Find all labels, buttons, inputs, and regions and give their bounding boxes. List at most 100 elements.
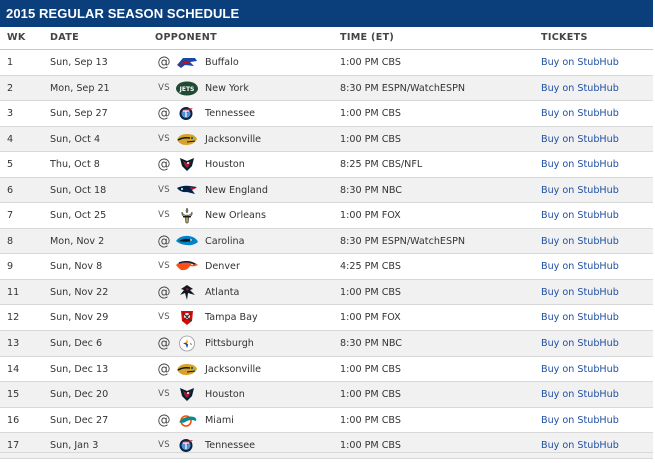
- opponent-cell: Tennessee: [205, 440, 255, 452]
- buy-on-stubhub-link[interactable]: Buy on StubHub: [541, 254, 619, 279]
- opponent-cell: Jacksonville: [205, 133, 262, 145]
- away-indicator: @: [157, 336, 171, 352]
- time-cell: 8:30 PM ESPN/WatchESPN: [340, 82, 466, 94]
- table-row: 8 Mon, Nov 2 @ Carolina 8:30 PM ESPN/WatchES…: [0, 228, 653, 255]
- opponent-cell: Denver: [205, 261, 240, 273]
- table-row: 11 Sun, Nov 22 @ Atlanta 1:00 PM CBS Buy on S…: [0, 279, 653, 306]
- home-indicator: VS: [158, 389, 170, 400]
- buy-on-stubhub-link[interactable]: Buy on StubHub: [541, 101, 619, 126]
- schedule-title: 2015 REGULAR SEASON SCHEDULE: [6, 6, 240, 21]
- date-cell: Sun, Oct 4: [50, 133, 101, 145]
- date-cell: Sun, Dec 13: [50, 363, 109, 375]
- buy-on-stubhub-link[interactable]: Buy on StubHub: [541, 178, 619, 203]
- away-indicator: @: [157, 361, 171, 377]
- home-indicator: VS: [158, 133, 170, 144]
- opponent-cell: Atlanta: [205, 286, 240, 298]
- opponent-cell: Miami: [205, 414, 234, 426]
- buy-on-stubhub-link[interactable]: Buy on StubHub: [541, 127, 619, 152]
- table-row: 13 Sun, Dec 6 @ S Pittsburgh 8:30 PM NBC Buy o…: [0, 331, 653, 357]
- jaguars-logo-icon: [175, 361, 199, 378]
- table-row: 7 Sun, Oct 25 VS New Orleans 1:00 PM FOX Buy …: [0, 203, 653, 229]
- texans-logo-icon: [175, 386, 199, 403]
- week-cell: 13: [7, 338, 20, 350]
- away-indicator: @: [157, 106, 171, 122]
- texans-logo-icon: [175, 156, 199, 173]
- titans-logo-icon: [175, 105, 199, 122]
- patriots-logo-icon: [175, 182, 199, 199]
- date-cell: Thu, Oct 8: [50, 159, 100, 171]
- away-indicator: @: [157, 233, 171, 249]
- buy-on-stubhub-link[interactable]: Buy on StubHub: [541, 280, 619, 305]
- buy-on-stubhub-link[interactable]: Buy on StubHub: [541, 203, 619, 228]
- table-bottom-divider: [0, 452, 653, 453]
- opponent-cell: Buffalo: [205, 57, 239, 68]
- column-header-row: WK DATE OPPONENT TIME (ET) TICKETS: [0, 27, 653, 50]
- table-row: 2 Mon, Sep 21 VS JETS New York 8:30 PM ESPN/W…: [0, 75, 653, 102]
- buy-on-stubhub-link[interactable]: Buy on StubHub: [541, 382, 619, 407]
- date-cell: Sun, Oct 25: [50, 210, 107, 222]
- buy-on-stubhub-link[interactable]: Buy on StubHub: [541, 305, 619, 330]
- table-row: 6 Sun, Oct 18 VS New England 8:30 PM NBC Buy …: [0, 177, 653, 204]
- bills-logo-icon: [175, 54, 199, 71]
- time-cell: 1:00 PM CBS: [340, 389, 401, 401]
- date-cell: Sun, Nov 8: [50, 261, 103, 273]
- opponent-cell: Carolina: [205, 235, 245, 247]
- buy-on-stubhub-link[interactable]: Buy on StubHub: [541, 433, 619, 458]
- table-row: 17 Sun, Jan 3 VS Tennessee 1:00 PM CBS Buy on…: [0, 433, 653, 459]
- jaguars-logo-icon: [175, 131, 199, 148]
- time-cell: 1:00 PM CBS: [340, 286, 401, 298]
- week-cell: 4: [7, 133, 14, 145]
- week-cell: 1: [7, 57, 14, 68]
- date-cell: Sun, Dec 20: [50, 389, 109, 401]
- week-cell: 14: [7, 363, 20, 375]
- opponent-cell: Tampa Bay: [205, 312, 258, 324]
- away-indicator: @: [157, 412, 171, 428]
- jets-logo-icon: JETS: [175, 80, 199, 97]
- time-cell: 8:30 PM ESPN/WatchESPN: [340, 235, 466, 247]
- time-cell: 1:00 PM CBS: [340, 440, 401, 452]
- table-row: 12 Sun, Nov 29 VS Tampa Bay 1:00 PM FOX Buy o…: [0, 305, 653, 332]
- week-cell: 17: [7, 440, 20, 452]
- opponent-cell: Houston: [205, 159, 245, 171]
- broncos-logo-icon: [175, 258, 199, 275]
- falcons-logo-icon: [175, 284, 199, 301]
- time-cell: 1:00 PM CBS: [340, 363, 401, 375]
- week-cell: 15: [7, 389, 20, 401]
- saints-logo-icon: [175, 207, 199, 224]
- buy-on-stubhub-link[interactable]: Buy on StubHub: [541, 152, 619, 177]
- time-cell: 1:00 PM CBS: [340, 133, 401, 145]
- table-row: 15 Sun, Dec 20 VS Houston 1:00 PM CBS Buy on …: [0, 382, 653, 408]
- table-row: 9 Sun, Nov 8 VS Denver 4:25 PM CBS Buy on Stu…: [0, 254, 653, 280]
- column-header-wk: WK: [7, 32, 26, 43]
- table-row: 1 Sun, Sep 13 @ Buffalo 1:00 PM CBS Buy on St…: [0, 50, 653, 76]
- buy-on-stubhub-link[interactable]: Buy on StubHub: [541, 50, 619, 75]
- table-row: 3 Sun, Sep 27 @ Tennessee 1:00 PM CBS Buy on …: [0, 101, 653, 127]
- schedule-table-body: 1 Sun, Sep 13 @ Buffalo 1:00 PM CBS Buy on St…: [0, 50, 653, 459]
- opponent-cell: Jacksonville: [205, 363, 262, 375]
- date-cell: Sun, Dec 6: [50, 338, 103, 350]
- week-cell: 6: [7, 184, 14, 196]
- time-cell: 1:00 PM CBS: [340, 414, 401, 426]
- week-cell: 16: [7, 414, 20, 426]
- home-indicator: VS: [158, 210, 170, 221]
- buy-on-stubhub-link[interactable]: Buy on StubHub: [541, 76, 619, 101]
- away-indicator: @: [157, 284, 171, 300]
- buy-on-stubhub-link[interactable]: Buy on StubHub: [541, 408, 619, 433]
- table-row: 4 Sun, Oct 4 VS Jacksonville 1:00 PM CBS Buy …: [0, 126, 653, 153]
- time-cell: 1:00 PM FOX: [340, 312, 401, 324]
- date-cell: Mon, Sep 21: [50, 82, 110, 94]
- week-cell: 7: [7, 210, 14, 222]
- buy-on-stubhub-link[interactable]: Buy on StubHub: [541, 357, 619, 382]
- opponent-cell: New York: [205, 82, 249, 94]
- buy-on-stubhub-link[interactable]: Buy on StubHub: [541, 229, 619, 254]
- date-cell: Sun, Nov 22: [50, 286, 109, 298]
- panthers-logo-icon: [175, 233, 199, 250]
- date-cell: Sun, Jan 3: [50, 440, 99, 452]
- opponent-cell: Pittsburgh: [205, 338, 254, 350]
- dolphins-logo-icon: [175, 412, 199, 429]
- week-cell: 8: [7, 235, 14, 247]
- svg-text:S: S: [190, 342, 192, 346]
- opponent-cell: New England: [205, 184, 268, 196]
- buy-on-stubhub-link[interactable]: Buy on StubHub: [541, 331, 619, 356]
- date-cell: Sun, Dec 27: [50, 414, 109, 426]
